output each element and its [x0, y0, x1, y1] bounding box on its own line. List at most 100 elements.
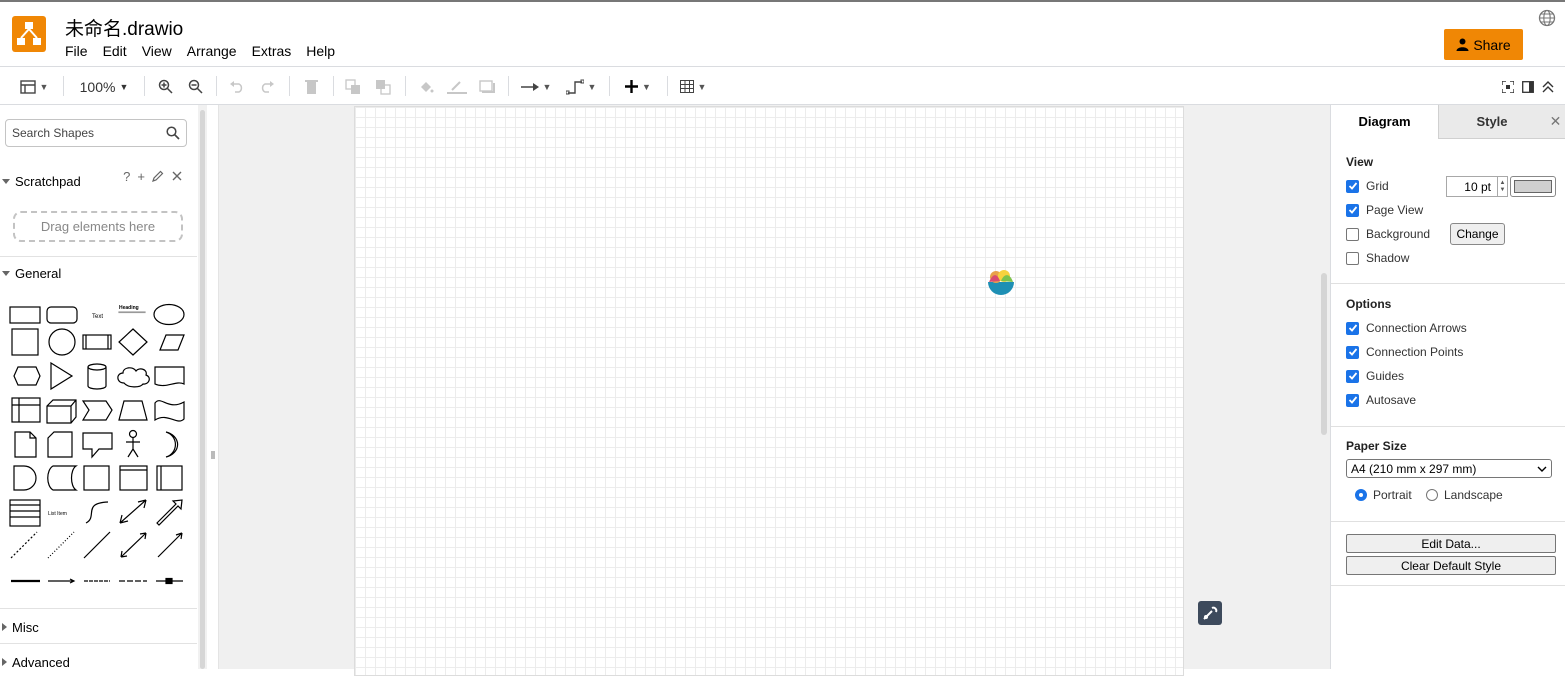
- add-icon[interactable]: +: [137, 169, 145, 184]
- zoom-out-icon[interactable]: [185, 67, 205, 106]
- delete-icon[interactable]: [301, 67, 321, 106]
- grid-size-stepper[interactable]: ▲ ▼: [1498, 176, 1508, 197]
- connection-arrows-checkbox[interactable]: Connection Arrows: [1346, 321, 1467, 335]
- advanced-header[interactable]: Advanced: [0, 650, 197, 669]
- elbow-connector-icon: [565, 79, 584, 94]
- guides-checkbox[interactable]: Guides: [1346, 369, 1404, 383]
- to-front-icon[interactable]: [343, 67, 363, 106]
- checkbox-checked-icon: [1346, 203, 1359, 217]
- connection-points-label: Connection Points: [1366, 345, 1464, 359]
- general-title: General: [15, 265, 62, 281]
- to-back-icon[interactable]: [373, 67, 393, 106]
- shape-circle: [48, 328, 76, 356]
- collapse-chevron-icon[interactable]: [1540, 67, 1556, 106]
- shape-hexagon: [13, 366, 41, 386]
- background-checkbox[interactable]: Background: [1346, 227, 1430, 241]
- general-header[interactable]: General: [0, 261, 197, 285]
- undo-icon[interactable]: [227, 67, 247, 106]
- autosave-checkbox[interactable]: Autosave: [1346, 393, 1416, 407]
- tab-diagram[interactable]: Diagram: [1331, 105, 1438, 139]
- redo-icon[interactable]: [257, 67, 277, 106]
- diagram-canvas[interactable]: [219, 105, 1330, 676]
- drawio-logo-icon[interactable]: [12, 16, 46, 52]
- menu-extras[interactable]: Extras: [252, 43, 292, 59]
- table-dropdown[interactable]: ▼: [676, 67, 710, 106]
- fullscreen-icon[interactable]: [1500, 67, 1516, 106]
- checkbox-checked-icon: [1346, 179, 1359, 193]
- line-color-icon[interactable]: [446, 67, 468, 106]
- tools-badge-icon[interactable]: [1198, 601, 1222, 625]
- search-icon[interactable]: [166, 126, 180, 140]
- diagram-page[interactable]: [354, 106, 1222, 676]
- shape-dotted-line: [47, 531, 75, 559]
- close-icon[interactable]: [171, 169, 183, 183]
- grid-color-swatch[interactable]: [1510, 176, 1556, 197]
- scratchpad-title: Scratchpad: [15, 173, 81, 189]
- help-icon[interactable]: ?: [123, 169, 130, 184]
- menu-edit[interactable]: Edit: [103, 43, 127, 59]
- insert-dropdown[interactable]: ▼: [620, 67, 656, 106]
- shape-dashed-line: [10, 531, 38, 559]
- shape-delay: [13, 465, 37, 491]
- arrow-right-icon: [520, 82, 539, 91]
- globe-icon[interactable]: [1538, 9, 1556, 32]
- waypoints-dropdown[interactable]: ▼: [563, 67, 599, 106]
- zoom-value: 100%: [79, 78, 116, 95]
- clear-default-style-button[interactable]: Clear Default Style: [1346, 556, 1556, 575]
- connection-style-dropdown[interactable]: ▼: [518, 67, 554, 106]
- guides-label: Guides: [1366, 369, 1405, 383]
- format-panel-toggle[interactable]: ▼: [14, 67, 54, 106]
- shape-internal-storage: [11, 397, 41, 423]
- change-background-button[interactable]: Change: [1450, 223, 1505, 245]
- page-view-checkbox[interactable]: Page View: [1346, 203, 1423, 217]
- grid-color-fill: [1514, 180, 1552, 193]
- canvas-scrollbar[interactable]: [1321, 273, 1327, 435]
- share-label: Share: [1473, 36, 1511, 53]
- menu-help[interactable]: Help: [306, 43, 335, 59]
- search-shapes-input[interactable]: Search Shapes: [5, 119, 187, 147]
- expand-triangle-icon: [2, 658, 7, 666]
- shadow-icon[interactable]: [477, 67, 497, 106]
- shape-triangle: [50, 361, 74, 391]
- edit-data-button[interactable]: Edit Data...: [1346, 534, 1556, 553]
- checkbox-unchecked-icon: [1346, 227, 1359, 241]
- misc-header[interactable]: Misc: [0, 615, 197, 639]
- drag-handle-icon: [211, 451, 215, 459]
- connection-arrows-label: Connection Arrows: [1366, 321, 1467, 335]
- grid-size-input[interactable]: 10 pt: [1446, 176, 1498, 197]
- food-bowl-icon[interactable]: [985, 267, 1017, 299]
- chevron-down-icon: [1537, 466, 1547, 472]
- shadow-checkbox[interactable]: Shadow: [1346, 251, 1409, 265]
- menu-file[interactable]: File: [65, 43, 88, 59]
- landscape-radio[interactable]: Landscape: [1426, 488, 1503, 502]
- menu-view[interactable]: View: [142, 43, 172, 59]
- scratchpad-header[interactable]: Scratchpad ? +: [0, 169, 197, 193]
- shape-diamond: [118, 328, 148, 356]
- document-title[interactable]: 未命名.drawio: [65, 14, 183, 41]
- paper-size-select[interactable]: A4 (210 mm x 297 mm): [1346, 459, 1552, 478]
- zoom-in-icon[interactable]: [155, 67, 175, 106]
- radio-selected-icon: [1355, 489, 1367, 501]
- sidebar-resize-handle[interactable]: [207, 105, 219, 669]
- app-header: 未命名.drawio File Edit View Arrange Extras…: [0, 0, 1565, 66]
- tab-style[interactable]: Style: [1438, 105, 1545, 139]
- portrait-radio[interactable]: Portrait: [1355, 488, 1412, 502]
- connection-points-checkbox[interactable]: Connection Points: [1346, 345, 1463, 359]
- menu-arrange[interactable]: Arrange: [187, 43, 237, 59]
- grid-checkbox[interactable]: Grid: [1346, 179, 1389, 193]
- close-panel-icon[interactable]: ✕: [1545, 105, 1565, 139]
- shape-rounded-rectangle: [46, 306, 78, 324]
- format-panel-icon[interactable]: [1520, 67, 1536, 106]
- general-shapes-palette: Text Heading List Item: [9, 303, 185, 585]
- shape-or: [165, 431, 179, 458]
- shape-directional-connector: [157, 532, 183, 558]
- shapes-sidebar: Search Shapes Scratchpad ? + Drag elemen…: [0, 105, 197, 669]
- fill-color-icon[interactable]: [416, 67, 436, 106]
- zoom-dropdown[interactable]: 100% ▼: [74, 67, 134, 106]
- shape-cloud: [117, 367, 150, 388]
- sidebar-scroll-thumb[interactable]: [200, 110, 205, 669]
- scratchpad-drop-zone[interactable]: Drag elements here: [13, 211, 183, 242]
- scratchpad-tools: ? +: [123, 169, 183, 184]
- share-button[interactable]: Share: [1444, 29, 1523, 60]
- edit-pencil-icon[interactable]: [152, 169, 164, 183]
